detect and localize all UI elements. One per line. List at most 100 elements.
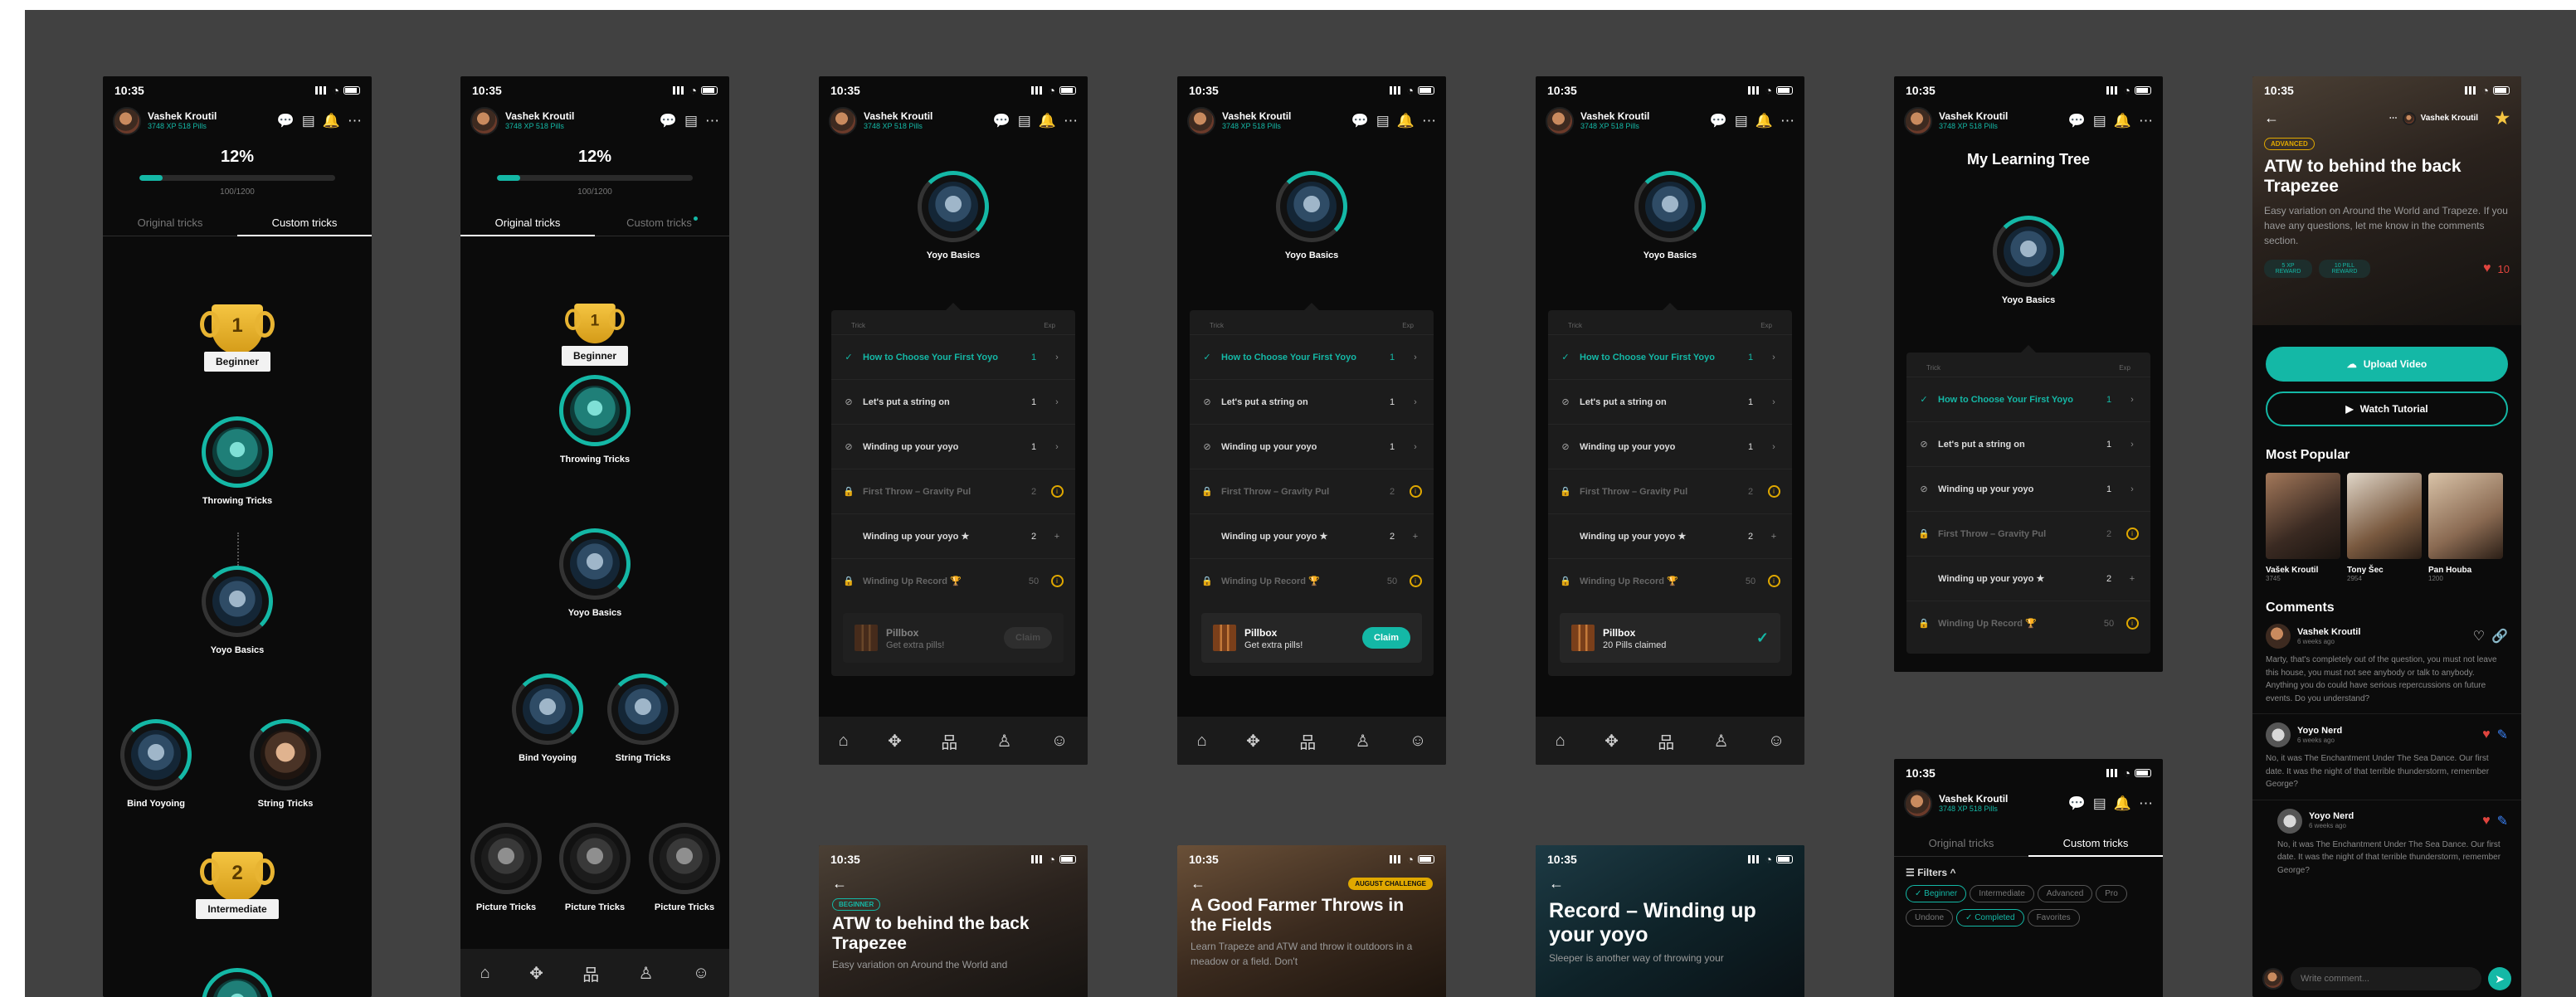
avatar[interactable] [113,107,141,135]
trick-row[interactable]: ⊘ Let's put a string on 1 › [1190,379,1434,424]
filter-chip[interactable]: Favorites [2027,909,2080,926]
trick-row[interactable]: Winding up your yoyo ★ 2 + [1190,513,1434,558]
more-icon[interactable]: ⋯ [2389,114,2398,123]
bell-icon[interactable]: 🔔 [1039,113,1056,129]
chat-icon[interactable]: 💬 [277,113,295,129]
more-icon[interactable]: ⋯ [2139,795,2153,812]
node-yoyo-basics[interactable]: Yoyo Basics [537,528,653,618]
info-icon[interactable]: i [1409,485,1422,498]
tree-icon[interactable]: 品 [1658,729,1674,753]
trick-row[interactable]: ⊘ Winding up your yoyo 1 › [1190,424,1434,469]
claim-button[interactable]: Claim [1362,627,1410,649]
link-icon[interactable]: 🔗 [2491,628,2508,644]
trick-row[interactable]: ⊘ Winding up your yoyo 1 › [1548,424,1792,469]
filter-chip[interactable]: Intermediate [1970,885,2034,902]
tricks-icon[interactable]: ✥ [529,963,543,984]
avatar[interactable] [470,107,499,135]
shop-icon[interactable]: ▤ [2093,113,2106,129]
chat-icon[interactable]: 💬 [2068,795,2086,812]
chat-icon[interactable]: 💬 [660,113,677,129]
filter-chip[interactable]: Undone [1906,909,1954,926]
tree-icon[interactable]: 品 [941,729,957,753]
tab-original[interactable]: Original tricks [103,210,237,236]
shop-icon[interactable]: ▤ [684,113,698,129]
heart-icon[interactable]: ♥ [2482,727,2491,742]
leaderboard-icon[interactable]: ♙ [997,731,1012,751]
info-icon[interactable]: i [1767,575,1780,587]
bell-icon[interactable]: 🔔 [1397,113,1415,129]
plus-icon[interactable]: + [1771,532,1776,542]
node-yoyo-basics[interactable]: Yoyo Basics [1254,171,1370,260]
chat-icon[interactable]: 💬 [1351,113,1369,129]
heart-icon[interactable]: ♥ [2483,261,2491,276]
more-icon[interactable]: ⋯ [1780,113,1794,129]
more-icon[interactable]: ⋯ [705,113,719,129]
heart-icon[interactable]: ♥ [2482,814,2491,829]
trick-row[interactable]: ✓ How to Choose Your First Yoyo 1 › [1548,334,1792,379]
tab-custom[interactable]: Custom tricks [237,210,372,236]
plus-icon[interactable]: + [1054,532,1059,542]
filter-chip[interactable]: ✓ Beginner [1906,885,1967,902]
node-yoyo-basics[interactable]: Yoyo Basics [1970,216,2087,305]
leaderboard-icon[interactable]: ♙ [1714,731,1729,751]
tricks-icon[interactable]: ✥ [1605,731,1619,751]
trick-row[interactable]: ✓ How to Choose Your First Yoyo 1 › [1190,334,1434,379]
tricks-icon[interactable]: ✥ [888,731,902,751]
info-icon[interactable]: i [1767,485,1780,498]
trick-row[interactable]: 🔒 First Throw – Gravity Pul 2 i [831,469,1075,513]
chat-icon[interactable]: 💬 [1710,113,1727,129]
leaderboard-icon[interactable]: ♙ [1356,731,1371,751]
more-icon[interactable]: ⋯ [348,113,362,129]
node-picture-3[interactable]: Picture Tricks [626,823,729,912]
avatar[interactable] [1904,790,1932,818]
tab-custom[interactable]: Custom tricks [595,210,729,236]
trick-row[interactable]: 🔒 First Throw – Gravity Pul 2 i [1548,469,1792,513]
claim-button[interactable]: Claim [1004,627,1052,649]
node-throwing[interactable]: Throwing Tricks [537,375,653,464]
avatar[interactable] [1546,107,1574,135]
trick-row[interactable]: 🔒 First Throw – Gravity Pul 2 i [1190,469,1434,513]
star-icon[interactable]: ★ [2495,108,2510,129]
trick-row[interactable]: ⊘ Let's put a string on 1 › [831,379,1075,424]
shop-icon[interactable]: ▤ [302,113,315,129]
shop-icon[interactable]: ▤ [1735,113,1748,129]
node-yoyo-basics[interactable]: Yoyo Basics [895,171,1011,260]
avatar[interactable] [1904,107,1932,135]
node-yoyo-basics[interactable]: Yoyo Basics [1612,171,1728,260]
trick-row[interactable]: 🔒 Winding Up Record 🏆 50 i [831,558,1075,603]
tricks-icon[interactable]: ✥ [1246,731,1260,751]
watch-tutorial-button[interactable]: ▶ Watch Tutorial [2266,392,2508,426]
avatar[interactable] [1187,107,1215,135]
trick-row[interactable]: 🔒 Winding Up Record 🏆 50 i [1548,558,1792,603]
popular-item[interactable]: Vašek Kroutil 3745 [2266,473,2340,582]
more-icon[interactable]: ⋯ [1064,113,1078,129]
home-icon[interactable]: ⌂ [1556,732,1566,751]
trick-row[interactable]: Winding up your yoyo ★ 2 + [831,513,1075,558]
chat-icon[interactable]: 💬 [993,113,1010,129]
bell-icon[interactable]: 🔔 [2114,795,2131,812]
heart-outline-icon[interactable]: ♡ [2473,628,2485,644]
upload-video-button[interactable]: ☁ Upload Video [2266,347,2508,382]
trick-row[interactable]: ✓ How to Choose Your First Yoyo 1 › [1906,377,2150,421]
info-icon[interactable]: i [1050,575,1064,587]
trick-row[interactable]: 🔒 First Throw – Gravity Pul 2 i [1906,511,2150,556]
node-bind[interactable]: Bind Yoyoing [103,719,214,809]
info-icon[interactable]: i [2126,617,2139,630]
plus-icon[interactable]: + [1413,532,1418,542]
more-icon[interactable]: ⋯ [2139,113,2153,129]
shop-icon[interactable]: ▤ [2093,795,2106,812]
profile-icon[interactable]: ☺ [1410,732,1426,751]
popular-item[interactable]: Tony Šec 2954 [2347,473,2422,582]
profile-icon[interactable]: ☺ [1051,732,1068,751]
trick-row[interactable]: Winding up your yoyo ★ 2 + [1548,513,1792,558]
tree-icon[interactable]: 品 [582,961,599,985]
avatar[interactable] [829,107,857,135]
leaderboard-icon[interactable]: ♙ [639,963,654,984]
back-icon[interactable]: ← [1191,875,1205,892]
trick-row[interactable]: ⊘ Winding up your yoyo 1 › [831,424,1075,469]
filters-toggle[interactable]: ☰ Filters ^ [1894,857,2163,885]
home-icon[interactable]: ⌂ [480,964,490,983]
more-icon[interactable]: ⋯ [1422,113,1436,129]
back-icon[interactable]: ← [832,875,847,892]
bell-icon[interactable]: 🔔 [1755,113,1773,129]
